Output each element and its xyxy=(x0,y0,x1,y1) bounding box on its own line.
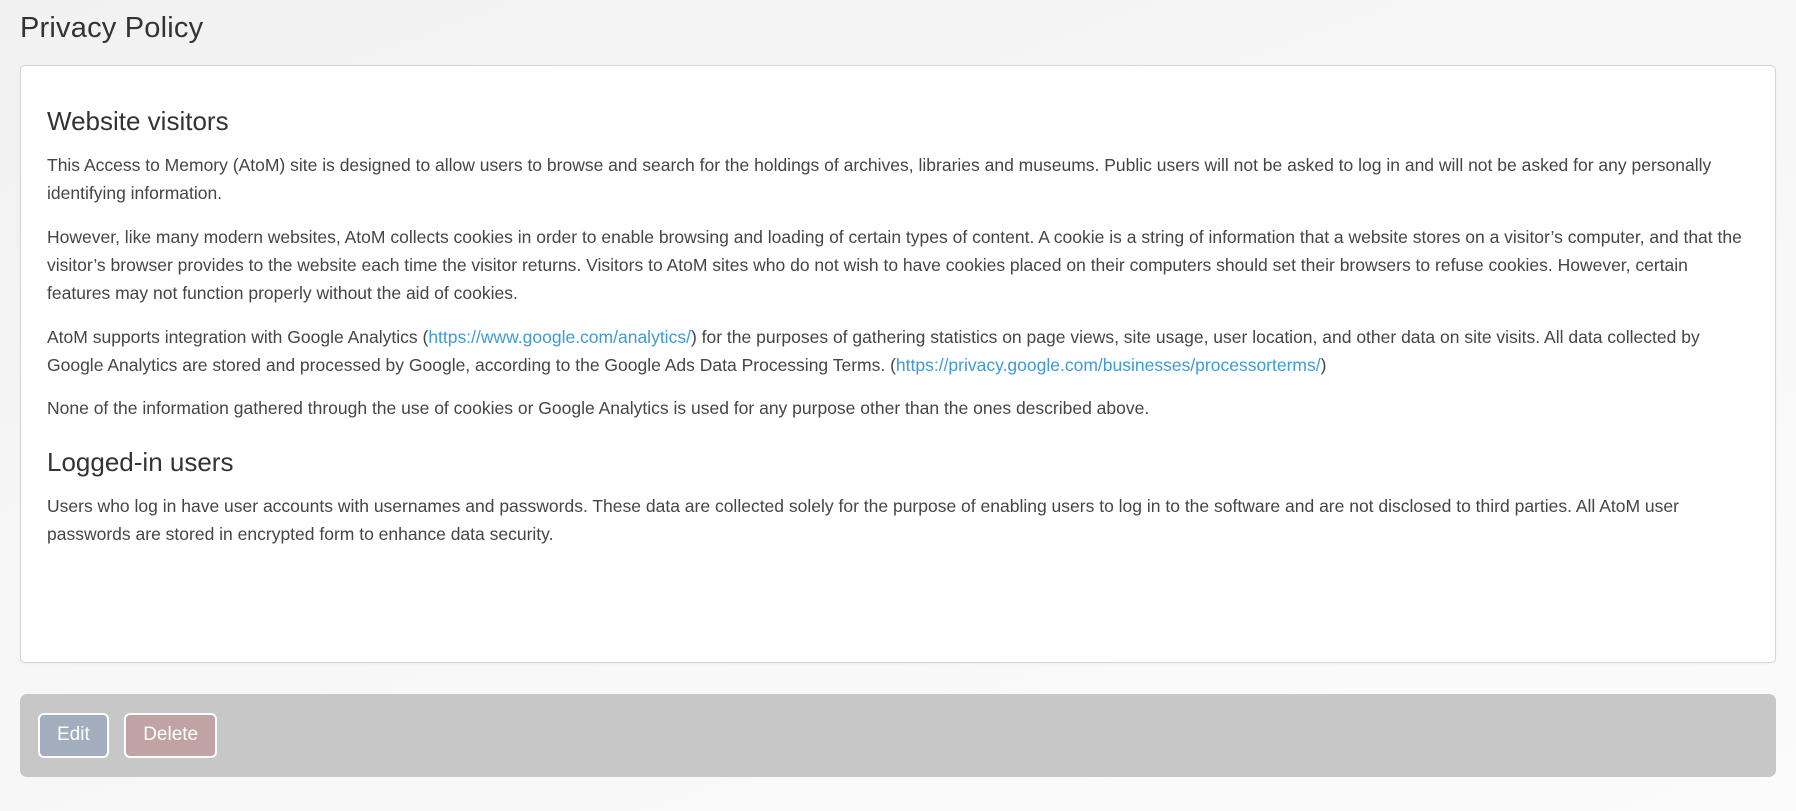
page-title: Privacy Policy xyxy=(20,12,1776,45)
paragraph-text: ) xyxy=(1321,355,1327,375)
privacy-policy-page: Privacy Policy Website visitors This Acce… xyxy=(0,0,1796,797)
privacy-policy-content: Website visitors This Access to Memory (A… xyxy=(20,65,1776,663)
paragraph: This Access to Memory (AtoM) site is des… xyxy=(47,151,1749,208)
policy-sections: Website visitors This Access to Memory (A… xyxy=(47,106,1749,548)
paragraph-text: AtoM supports integration with Google An… xyxy=(47,327,428,347)
actions-bar: Edit Delete xyxy=(20,694,1776,777)
paragraph-text: However, like many modern websites, AtoM… xyxy=(47,227,1742,304)
section-heading: Website visitors xyxy=(47,106,1749,137)
edit-button[interactable]: Edit xyxy=(38,713,109,758)
paragraph: However, like many modern websites, AtoM… xyxy=(47,223,1749,308)
paragraph: Users who log in have user accounts with… xyxy=(47,492,1749,549)
inline-link[interactable]: https://www.google.com/analytics/ xyxy=(428,327,691,347)
paragraph-text: This Access to Memory (AtoM) site is des… xyxy=(47,155,1711,203)
delete-button[interactable]: Delete xyxy=(124,713,217,758)
paragraph-text: Users who log in have user accounts with… xyxy=(47,496,1679,544)
paragraph: AtoM supports integration with Google An… xyxy=(47,323,1749,380)
paragraph: None of the information gathered through… xyxy=(47,394,1749,422)
inline-link[interactable]: https://privacy.google.com/businesses/pr… xyxy=(896,355,1321,375)
section-heading: Logged-in users xyxy=(47,447,1749,478)
paragraph-text: None of the information gathered through… xyxy=(47,398,1149,418)
